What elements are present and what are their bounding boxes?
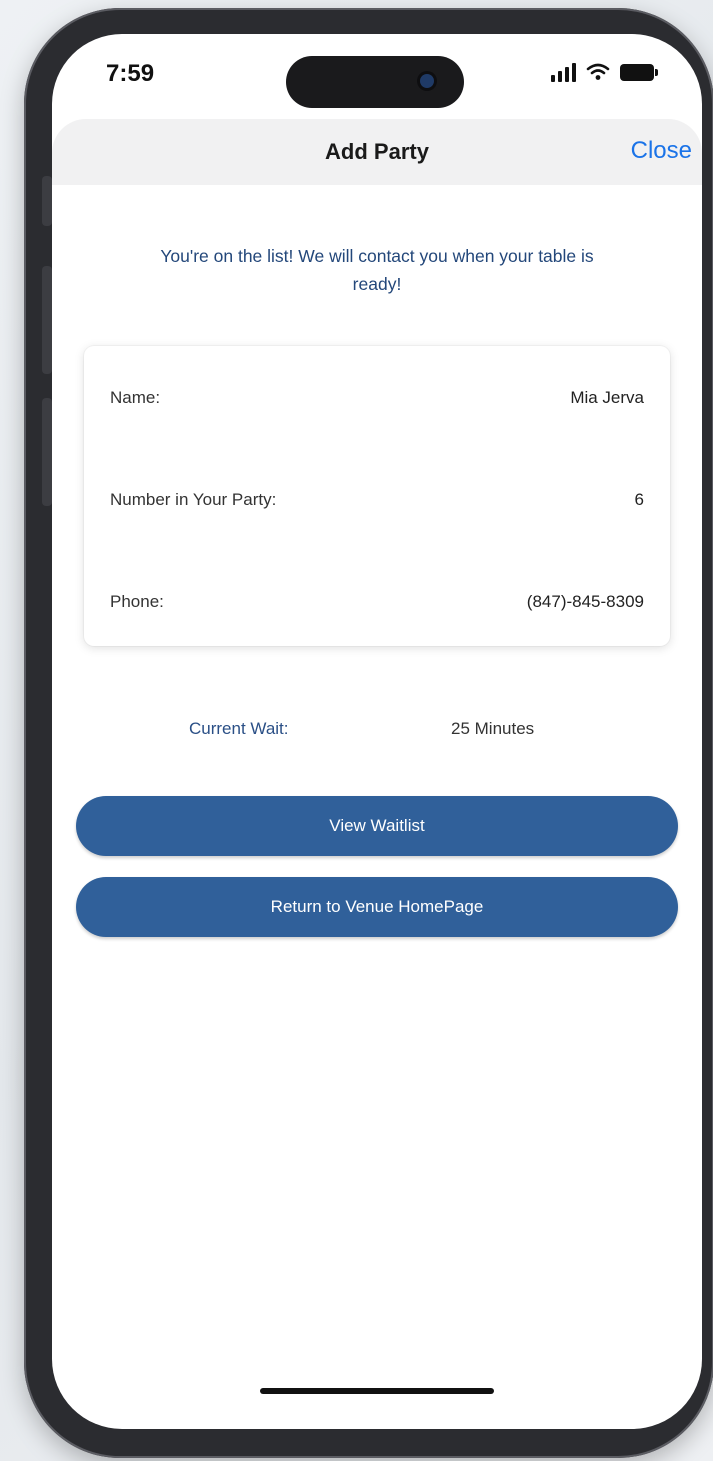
confirmation-message: You're on the list! We will contact you … [160,246,594,294]
nav-bar: Add Party Close [52,119,702,185]
close-button[interactable]: Close [631,137,692,165]
action-button [42,176,52,226]
party-row-label: Name: [110,388,161,407]
signal-icon [551,62,576,82]
return-home-button[interactable]: Return to Venue HomePage [76,877,678,937]
volume-up-button [42,266,52,374]
camera-icon [420,74,434,88]
party-row-size: Number in Your Party: 6 [110,490,644,510]
party-row-value: 6 [634,490,644,509]
current-wait-label: Current Wait: [189,719,289,738]
party-details-card: Name: Mia Jerva Number in Your Party: 6 … [84,346,670,646]
screen: 7:59 Add Party Close You're on the list!… [52,34,702,1429]
nav-title: Add Party [325,139,429,164]
wifi-icon [586,63,610,80]
home-indicator[interactable] [260,1388,494,1394]
status-icons [551,62,658,82]
volume-down-button [42,398,52,506]
party-row-phone: Phone: (847)-845-8309 [110,592,644,612]
status-time: 7:59 [106,60,155,87]
battery-icon [620,63,658,81]
party-row-value: (847)-845-8309 [526,592,644,611]
party-row-value: Mia Jerva [570,388,644,407]
view-waitlist-button[interactable]: View Waitlist [76,796,678,856]
party-row-name: Name: Mia Jerva [110,388,644,408]
current-wait-value: 25 Minutes [451,719,535,738]
party-row-label: Phone: [110,592,164,611]
party-row-label: Number in Your Party: [110,490,277,509]
dynamic-island [286,56,464,108]
